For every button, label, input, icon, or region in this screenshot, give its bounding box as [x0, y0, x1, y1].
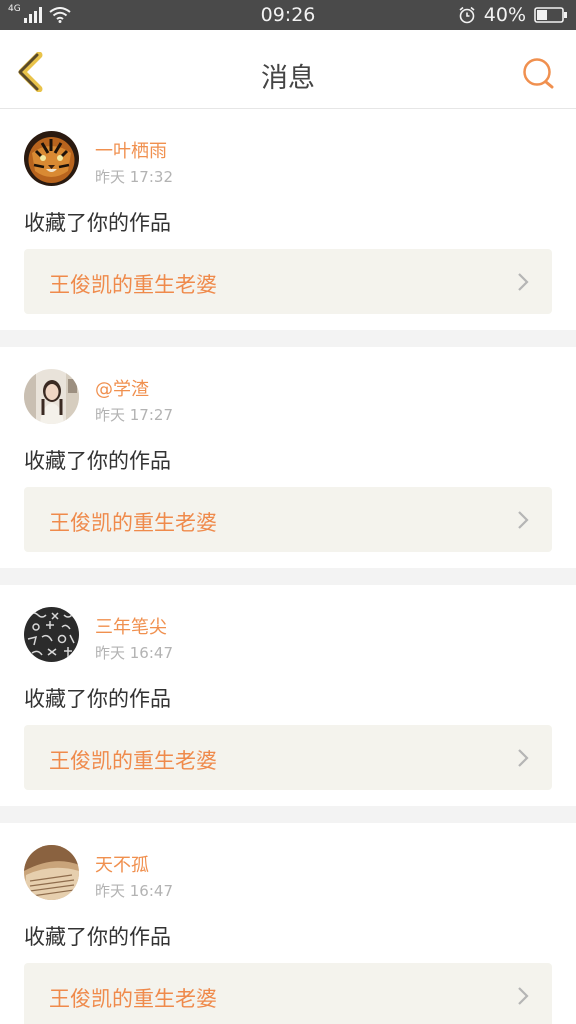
search-icon[interactable] — [520, 56, 556, 92]
card-divider — [0, 568, 576, 585]
message-time: 昨天 17:27 — [95, 406, 173, 424]
chevron-right-icon — [518, 273, 529, 291]
battery-percent: 40% — [483, 4, 526, 26]
work-link[interactable]: 王俊凯的重生老婆 — [24, 487, 552, 552]
book-avatar[interactable] — [24, 845, 79, 900]
username[interactable]: 一叶栖雨 — [95, 137, 167, 163]
card-divider — [0, 806, 576, 823]
signal-icon — [23, 7, 42, 23]
message-feed: 一叶栖雨 昨天 17:32 收藏了你的作品 王俊凯的重生老婆 @学渣 昨天 17… — [0, 109, 576, 1024]
status-left: 4G — [8, 3, 71, 23]
card-divider — [0, 330, 576, 347]
username[interactable]: 三年笔尖 — [95, 613, 167, 639]
message-card: 天不孤 昨天 16:47 收藏了你的作品 王俊凯的重生老婆 — [0, 823, 576, 1024]
message-time: 昨天 17:32 — [95, 168, 173, 186]
chevron-right-icon — [518, 749, 529, 767]
work-title: 王俊凯的重生老婆 — [49, 987, 217, 1011]
battery-icon — [534, 7, 567, 23]
status-bar: 4G 09:26 40% — [0, 0, 576, 30]
work-title: 王俊凯的重生老婆 — [49, 273, 217, 297]
work-link[interactable]: 王俊凯的重生老婆 — [24, 249, 552, 314]
wifi-icon — [49, 7, 71, 23]
pattern-avatar[interactable] — [24, 607, 79, 662]
alarm-icon — [459, 6, 475, 24]
message-card: 一叶栖雨 昨天 17:32 收藏了你的作品 王俊凯的重生老婆 — [0, 109, 576, 330]
status-right: 40% — [458, 4, 568, 26]
username[interactable]: 天不孤 — [95, 851, 149, 877]
message-time: 昨天 16:47 — [95, 882, 173, 900]
work-link[interactable]: 王俊凯的重生老婆 — [24, 725, 552, 790]
nav-bar: 消息 — [0, 30, 576, 109]
message-card: 三年笔尖 昨天 16:47 收藏了你的作品 王俊凯的重生老婆 — [0, 585, 576, 806]
tiger-avatar[interactable] — [24, 131, 79, 186]
work-link[interactable]: 王俊凯的重生老婆 — [24, 963, 552, 1024]
network-type: 4G — [8, 3, 21, 14]
girl-photo-avatar[interactable] — [24, 369, 79, 424]
message-card: @学渣 昨天 17:27 收藏了你的作品 王俊凯的重生老婆 — [0, 347, 576, 568]
username[interactable]: @学渣 — [95, 375, 149, 401]
action-text: 收藏了你的作品 — [24, 449, 171, 473]
page-title: 消息 — [261, 63, 315, 94]
action-text: 收藏了你的作品 — [24, 687, 171, 711]
message-time: 昨天 16:47 — [95, 644, 173, 662]
chevron-right-icon — [518, 987, 529, 1005]
action-text: 收藏了你的作品 — [24, 211, 171, 235]
chevron-right-icon — [518, 511, 529, 529]
action-text: 收藏了你的作品 — [24, 925, 171, 949]
work-title: 王俊凯的重生老婆 — [49, 511, 217, 535]
work-title: 王俊凯的重生老婆 — [49, 749, 217, 773]
